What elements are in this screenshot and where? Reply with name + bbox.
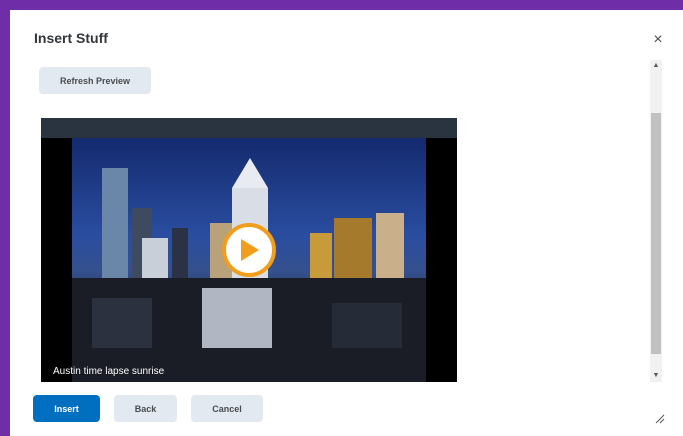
play-button[interactable] — [222, 223, 276, 277]
back-button[interactable]: Back — [114, 395, 177, 422]
window-border-top — [0, 0, 683, 10]
arrow-down-icon[interactable]: ▼ — [650, 370, 662, 382]
video-preview[interactable]: Austin time lapse sunrise — [41, 118, 457, 382]
resize-grip-icon[interactable] — [653, 412, 665, 424]
refresh-preview-button[interactable]: Refresh Preview — [39, 67, 151, 94]
close-icon[interactable]: × — [650, 32, 666, 48]
cancel-button[interactable]: Cancel — [191, 395, 263, 422]
dialog-title: Insert Stuff — [34, 30, 108, 46]
window-border-left — [0, 0, 10, 436]
insert-button[interactable]: Insert — [33, 395, 100, 422]
video-caption: Austin time lapse sunrise — [53, 366, 165, 377]
scrollbar-thumb[interactable] — [651, 113, 661, 354]
play-icon — [241, 239, 259, 261]
insert-dialog: Insert Stuff × Refresh Preview Austin ti… — [10, 10, 683, 436]
scrollbar[interactable]: ▲ ▼ — [650, 60, 662, 382]
video-top-bar — [41, 118, 457, 138]
arrow-up-icon[interactable]: ▲ — [650, 60, 662, 72]
